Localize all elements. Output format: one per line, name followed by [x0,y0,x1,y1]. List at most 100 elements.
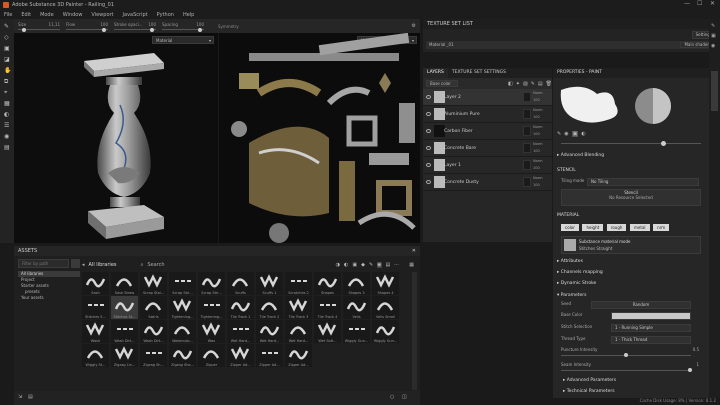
size-slider[interactable]: Size 11,11 [18,22,60,32]
channel-color-toggle[interactable]: color [561,224,579,231]
asset-tile[interactable]: Tightening... [198,296,225,319]
display-settings-icon[interactable]: ▣ [711,33,718,39]
layer-opacity[interactable]: 100 [533,183,540,187]
camera-icon[interactable]: ◉ [4,134,10,140]
advanced-blending-section[interactable]: ▸ Advanced Blending [557,153,604,158]
filter-textures-icon[interactable]: ▣ [352,262,357,268]
base-color-swatch[interactable] [611,312,691,320]
stencil-tab-icon[interactable]: ▣ [571,131,579,137]
layer-row[interactable]: Layer 1 Norm 100 [423,157,552,174]
add-fill-layer-icon[interactable]: ▨ [523,81,528,87]
layer-row[interactable]: Concrete Bare Norm 100 [423,140,552,157]
paint-brush-icon[interactable]: ✎ [4,24,10,30]
asset-tile[interactable]: Wax [198,320,225,343]
channel-select[interactable]: Base color [426,80,458,87]
stencil-slot[interactable]: Stencil No Resource Selected [561,189,701,206]
asset-tile[interactable]: Stitches St... [111,296,138,319]
assets-search-input[interactable]: Search [147,262,267,268]
layer-opacity[interactable]: 100 [533,149,540,153]
seed-random-button[interactable]: Random [591,301,691,309]
layer-row[interactable]: Layer 2 Norm 100 [423,89,552,106]
asset-tile[interactable]: Shapes 3 [343,272,370,295]
new-library-icon[interactable]: ▤ [28,394,33,400]
asset-tile[interactable]: Zipper Ad... [285,344,312,367]
viewport-settings-icon[interactable]: ⚙ [412,23,416,29]
filter-brushes-icon[interactable]: ✎ [369,262,373,268]
add-effect-icon[interactable]: ✦ [516,81,520,87]
channel-rough-toggle[interactable]: rough [606,224,627,231]
import-icon[interactable]: ⇲ [18,394,22,400]
menu-file[interactable]: File [4,12,12,18]
viewport-3d[interactable]: Material ▾ [14,33,218,243]
spacing-handle[interactable] [198,27,202,32]
flow-slider[interactable]: Flow 100 [66,22,108,32]
asset-tile[interactable]: Swirls [140,296,167,319]
filter-environment-icon[interactable]: ▤ [386,262,391,268]
asset-tile[interactable]: Zipper Ad... [227,344,254,367]
brush-opacity-slider[interactable] [561,143,701,144]
flow-handle[interactable] [102,27,106,32]
menu-javascript[interactable]: JavaScript [123,12,148,18]
shader-settings-icon[interactable]: ◉ [711,43,718,49]
puncture-intensity-handle[interactable] [624,353,628,357]
asset-tile[interactable]: Zigzag Lin... [111,344,138,367]
menu-viewport[interactable]: Viewport [91,12,113,18]
visibility-eye-icon[interactable] [426,95,431,99]
seam-intensity-slider[interactable] [561,370,691,371]
asset-tile[interactable]: Wet Hard... [256,320,283,343]
channel-nrm-toggle[interactable]: nrm [653,224,670,231]
layer-opacity[interactable]: 100 [533,166,540,170]
visibility-eye-icon[interactable] [426,129,431,133]
filter-more-icon[interactable]: ⋯ [394,262,399,268]
asset-tile[interactable]: Scuffs [227,272,254,295]
asset-tile[interactable]: Scrap Stri... [169,272,196,295]
asset-tile[interactable]: Veils [343,296,370,319]
breadcrumb[interactable]: All libraries [89,262,117,268]
alpha-tab-icon[interactable]: ◐ [581,131,585,137]
maximize-button[interactable]: ☐ [697,0,702,7]
advanced-parameters-section[interactable]: ▸ Advanced Parameters [563,378,616,383]
tree-item-your-assets[interactable]: Your assets [18,295,80,301]
parameters-section[interactable]: ▾ Parameters [557,293,586,298]
stroke-opacity-slider[interactable]: Stroke opaci... 100 [114,22,156,32]
properties-scroll-thumb[interactable] [711,71,718,111]
asset-tile[interactable]: Zipper Ad... [256,344,283,367]
zoom-out-icon[interactable]: ○ [390,394,394,400]
layer-opacity[interactable]: 100 [533,115,540,119]
asset-tile[interactable]: Watercolo... [169,320,196,343]
color-picker-icon[interactable]: ⌖ [4,90,10,96]
filter-path-input[interactable]: Filter by path [18,259,69,268]
add-paint-layer-icon[interactable]: ✎ [531,81,535,87]
asset-tile[interactable]: Wiggly St... [82,344,109,367]
layer-blend-mode[interactable]: Norm [533,108,543,112]
layer-blend-mode[interactable]: Norm [533,159,543,163]
back-arrow-icon[interactable]: ◂ [82,262,85,268]
visibility-eye-icon[interactable] [426,112,431,116]
asset-tile[interactable]: Scrap Stri... [198,272,225,295]
layer-row[interactable]: Carbon Fiber Norm 100 [423,123,552,140]
asset-tile[interactable]: Tile Track 3 [285,296,312,319]
filter-materials-icon[interactable]: ◑ [336,262,340,268]
properties-scrollbar[interactable] [709,68,720,398]
render-icon[interactable]: ▤ [4,145,10,151]
menu-edit[interactable]: Edit [21,12,31,18]
asset-tile[interactable]: Sash Straw [111,272,138,295]
attributes-section[interactable]: ▸ Attributes [557,259,583,264]
asset-tile[interactable]: Scratches 2 [285,272,312,295]
tab-layers[interactable]: LAYERS [423,68,448,78]
filter-smart-materials-icon[interactable]: ◐ [344,262,348,268]
asset-tile[interactable]: Wiggly Gun... [343,320,370,343]
technical-parameters-section[interactable]: ▸ Technical Parameters [563,389,615,394]
assets-close-icon[interactable]: ✕ [412,248,416,254]
filter-brush-presets-icon[interactable]: ◉ [377,262,382,268]
viewport-2d-uv[interactable]: Material▾ [219,33,420,243]
grid-view-icon[interactable]: ▦ [409,262,414,268]
substance-material-slot[interactable]: Substance material mode Stitches Straigh… [561,236,701,254]
thread-type-select[interactable]: 1 - Thick Thread [611,336,691,344]
layer-blend-mode[interactable]: Norm [533,125,543,129]
asset-tile[interactable]: Shapes [314,272,341,295]
spacing-slider[interactable]: Spacing 100 [162,22,204,32]
asset-tile[interactable]: Wash Dirt... [111,320,138,343]
asset-tile[interactable]: Scuffs 1 [256,272,283,295]
visibility-eye-icon[interactable] [426,180,431,184]
